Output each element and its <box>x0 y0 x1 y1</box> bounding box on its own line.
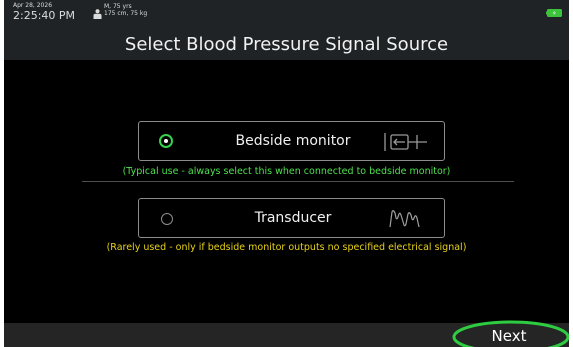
page-title: Select Blood Pressure Signal Source <box>124 34 449 55</box>
patient-info: M, 75 yrs 175 cm, 75 kg <box>104 3 148 18</box>
battery-icon <box>546 9 562 17</box>
patient-icon <box>93 9 102 19</box>
screen: Apr 28, 2026 2:25:40 PM M, 75 yrs 175 cm… <box>4 0 569 347</box>
header-bar: Apr 28, 2026 2:25:40 PM M, 75 yrs 175 cm… <box>4 0 569 60</box>
bedside-monitor-hint: (Typical use - always select this when c… <box>122 166 451 177</box>
bedside-monitor-option[interactable]: Bedside monitor <box>138 121 445 161</box>
transducer-option[interactable]: Transducer <box>138 198 445 238</box>
bedside-monitor-radio[interactable] <box>159 134 173 148</box>
waveform-icon <box>389 210 420 228</box>
time-label: 2:25:40 PM <box>13 9 76 22</box>
divider <box>82 181 514 182</box>
bedside-monitor-label: Bedside monitor <box>235 133 351 149</box>
date-time: Apr 28, 2026 2:25:40 PM <box>13 3 76 22</box>
transducer-hint: (Rarely used - only if bedside monitor o… <box>106 242 467 253</box>
transducer-label: Transducer <box>254 210 332 226</box>
highlight-ellipse <box>452 320 569 347</box>
patient-measurements: 175 cm, 75 kg <box>104 9 148 17</box>
transducer-radio[interactable] <box>161 213 173 225</box>
monitor-cable-icon <box>384 133 427 151</box>
